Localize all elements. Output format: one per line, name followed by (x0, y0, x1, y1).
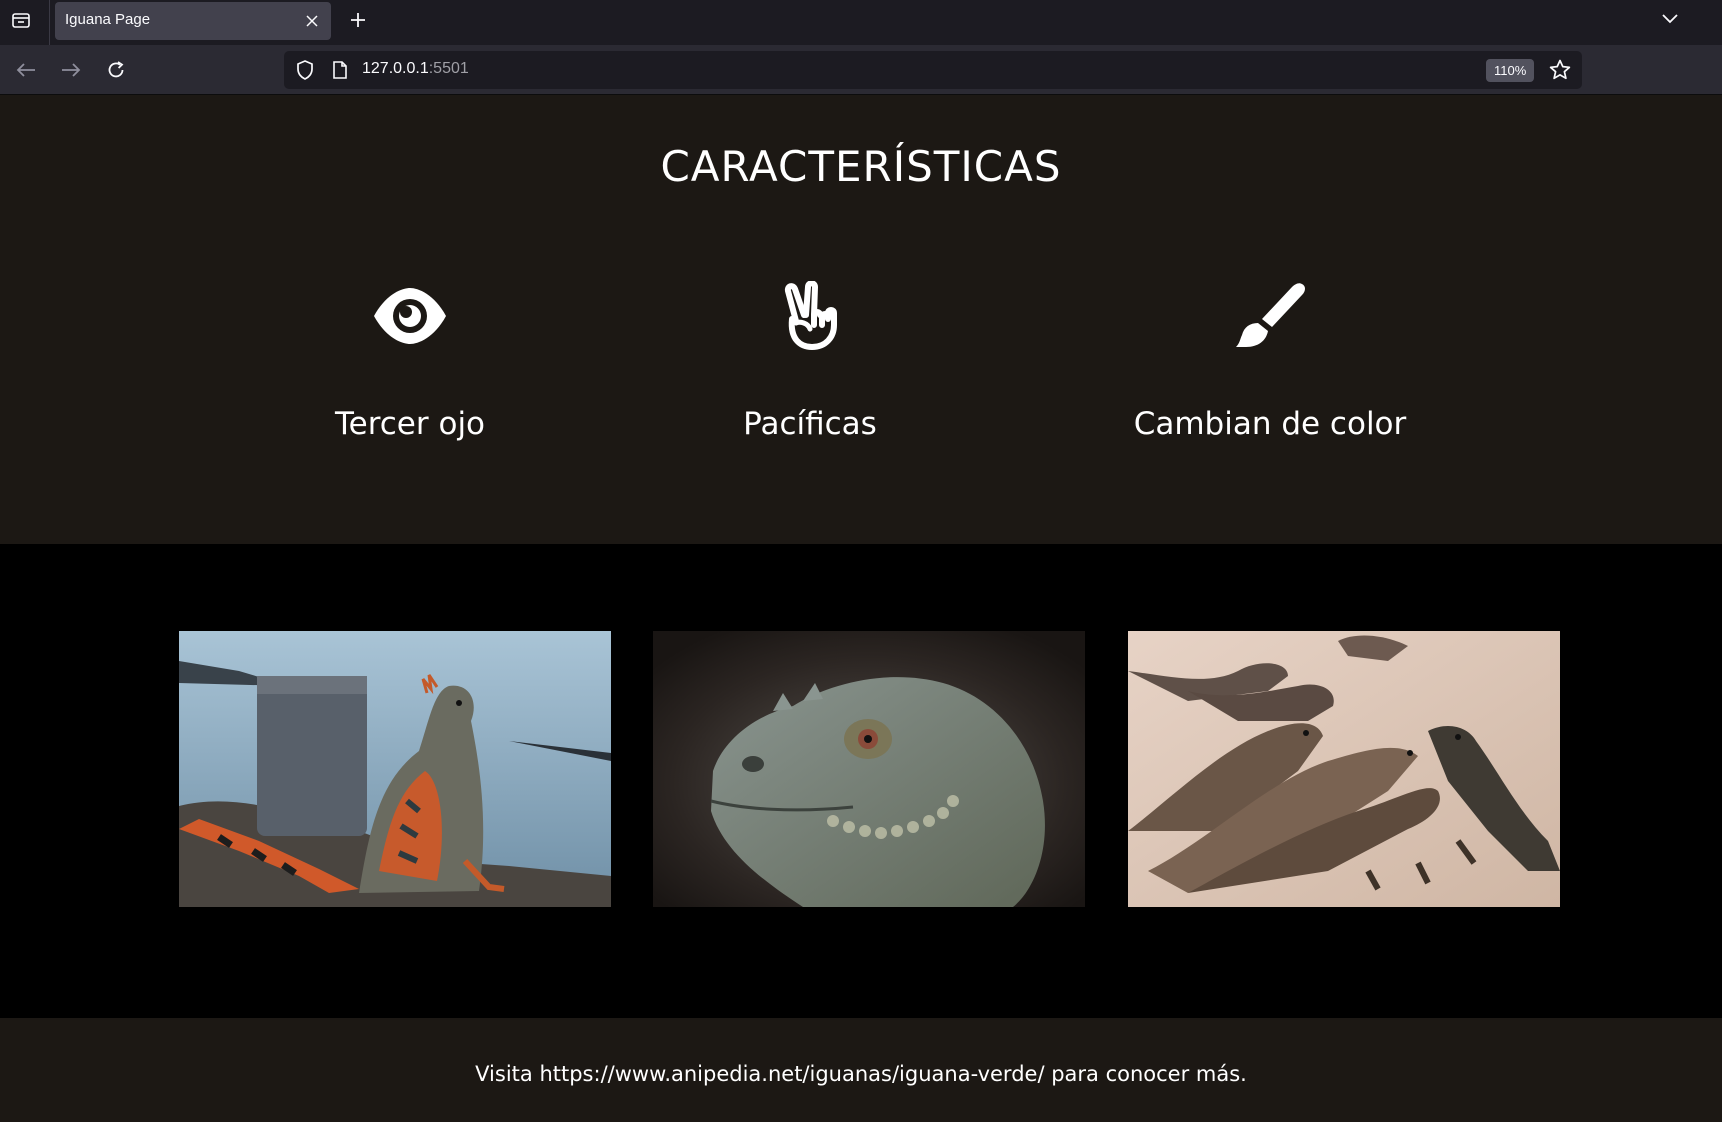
paint-brush-icon (1060, 278, 1480, 354)
eye-icon (200, 278, 620, 354)
plus-icon[interactable] (344, 6, 372, 34)
tab-iguana-page[interactable]: Iguana Page (55, 2, 331, 40)
footer: Visita https://www.anipedia.net/iguanas/… (0, 1018, 1722, 1122)
forward-arrow-icon[interactable] (56, 55, 86, 85)
chevron-down-icon[interactable] (1656, 5, 1684, 33)
feature-cambian-de-color: Cambian de color (1060, 278, 1480, 442)
page-icon (329, 59, 351, 81)
zoom-level-badge[interactable]: 110% (1486, 59, 1535, 82)
shield-icon[interactable] (294, 59, 316, 81)
close-icon[interactable] (301, 10, 323, 32)
footer-text: Visita https://www.anipedia.net/iguanas/… (475, 1062, 1247, 1086)
tab-overview-icon[interactable] (8, 7, 34, 33)
feature-label: Tercer ojo (334, 406, 486, 442)
url-text[interactable]: 127.0.0.1:5501 (362, 60, 469, 78)
tab-title: Iguana Page (65, 11, 151, 28)
features-title: CARACTERÍSTICAS (660, 142, 1062, 191)
feature-label: Cambian de color (1133, 406, 1407, 442)
browser-nav-bar: 127.0.0.1:5501 110% (0, 45, 1722, 95)
iguana-rock-photo (179, 631, 611, 907)
url-host: 127.0.0.1 (362, 60, 429, 77)
iguana-head-photo (653, 631, 1085, 907)
features-section: CARACTERÍSTICAS Tercer ojo Pacíficas Cam… (0, 96, 1722, 544)
gallery-section (0, 544, 1722, 1018)
peace-hand-icon (600, 278, 1020, 354)
back-arrow-icon[interactable] (11, 55, 41, 85)
iguanas-sand-photo (1128, 631, 1560, 907)
feature-label: Pacíficas (743, 406, 877, 442)
feature-pacificas: Pacíficas (600, 278, 1020, 442)
url-port: :5501 (428, 60, 469, 77)
url-bar[interactable]: 127.0.0.1:5501 110% (284, 51, 1582, 89)
tab-divider (49, 0, 50, 45)
star-icon[interactable] (1548, 58, 1572, 82)
reload-icon[interactable] (101, 55, 131, 85)
feature-tercer-ojo: Tercer ojo (200, 278, 620, 442)
browser-tab-bar: Iguana Page (0, 0, 1722, 45)
